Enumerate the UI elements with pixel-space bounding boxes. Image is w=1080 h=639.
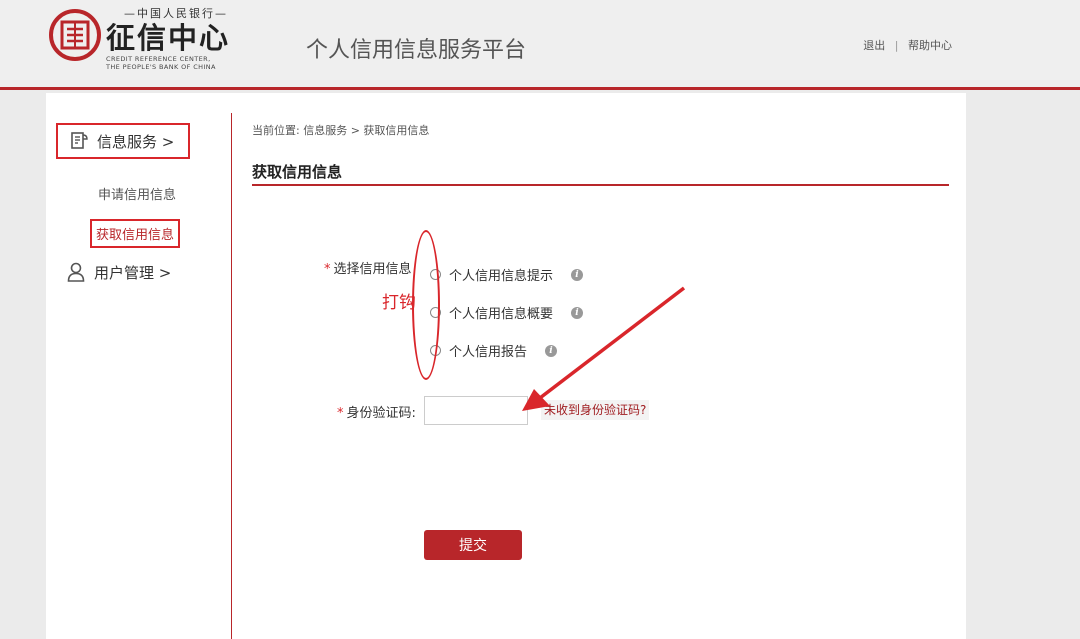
logo-subtitle: —中国人民银行— [124, 7, 228, 20]
logout-link[interactable]: 退出 [863, 39, 885, 52]
annotation-tick-hint: 打钩 [382, 293, 416, 313]
code-not-received-link[interactable]: 未收到身份验证码? [541, 400, 650, 420]
logo: —中国人民银行— 征信中心 CREDIT REFERENCE CENTER, T… [106, 5, 246, 71]
logo-title: 征信中心 [106, 21, 231, 55]
code-label-text: 身份验证码: [346, 406, 416, 421]
verification-code-label: * 身份验证码: [337, 402, 416, 421]
select-credit-info-label: * 选择信用信息 [324, 258, 412, 277]
info-icon[interactable]: i [545, 344, 558, 357]
header: —中国人民银行— 征信中心 CREDIT REFERENCE CENTER, T… [0, 0, 1080, 90]
title-divider [252, 184, 949, 186]
required-mark: * [337, 406, 344, 421]
user-icon [67, 262, 85, 282]
main-panel: 信息服务 > 申请信用信息 获取信用信息 用户管理 > 当前位置: 信息服务 >… [46, 93, 966, 639]
verification-code-input[interactable] [424, 396, 528, 425]
sidebar-divider [231, 113, 232, 639]
sidebar-group-label: 用户管理 > [94, 263, 172, 282]
sidebar-group-info-service[interactable]: 信息服务 > [56, 123, 191, 159]
option-label: 个人信用报告 [449, 345, 528, 360]
sidebar-item-apply-credit-info[interactable]: 申请信用信息 [98, 184, 176, 203]
annotation-oval [412, 230, 440, 380]
option-credit-report[interactable]: 个人信用报告 i [430, 341, 558, 360]
info-icon[interactable]: i [571, 306, 584, 319]
help-center-link[interactable]: 帮助中心 [908, 39, 952, 52]
link-separator: | [894, 39, 899, 52]
sidebar-group-user-management[interactable]: 用户管理 > [66, 261, 171, 283]
platform-title: 个人信用信息服务平台 [306, 38, 527, 63]
option-label: 个人信用信息概要 [449, 307, 554, 322]
page-title: 获取信用信息 [252, 163, 343, 181]
sidebar-group-label: 信息服务 > [97, 132, 175, 151]
document-icon [71, 132, 88, 149]
option-credit-info-summary[interactable]: 个人信用信息概要 i [430, 303, 584, 322]
info-icon[interactable]: i [571, 268, 584, 281]
select-label-text: 选择信用信息 [333, 262, 412, 277]
logo-seal-icon [49, 9, 101, 61]
logo-english-line2: THE PEOPLE'S BANK OF CHINA [106, 63, 216, 71]
required-mark: * [324, 262, 331, 277]
submit-button[interactable]: 提交 [424, 530, 522, 560]
option-label: 个人信用信息提示 [449, 269, 554, 284]
sidebar-item-get-credit-info[interactable]: 获取信用信息 [90, 219, 181, 248]
logo-english-line1: CREDIT REFERENCE CENTER, [106, 55, 211, 63]
breadcrumb: 当前位置: 信息服务 > 获取信用信息 [252, 124, 430, 137]
option-credit-info-hint[interactable]: 个人信用信息提示 i [430, 265, 584, 284]
top-links: 退出 | 帮助中心 [863, 37, 952, 53]
